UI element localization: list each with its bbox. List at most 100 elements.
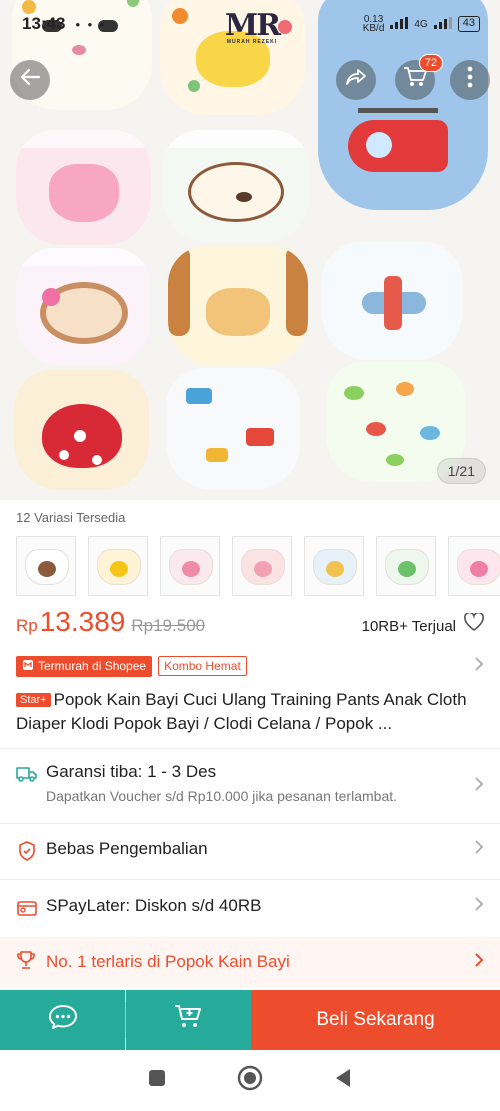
price-row: Rp 13.389 Rp19.500 10RB+ Terjual bbox=[16, 606, 484, 642]
square-icon bbox=[148, 1069, 166, 1092]
add-to-cart-button[interactable] bbox=[126, 990, 251, 1050]
diaper-airplane-image bbox=[322, 242, 462, 360]
variant-thumb-cupcake[interactable] bbox=[160, 536, 220, 596]
shipping-text: Garansi tiba: 1 - 3 Des Dapatkan Voucher… bbox=[46, 762, 397, 804]
truck-icon bbox=[16, 763, 38, 785]
variants-label: 12 Variasi Tersedia bbox=[16, 510, 126, 525]
back-button[interactable] bbox=[10, 60, 50, 100]
shield-icon bbox=[16, 840, 38, 862]
variant-thumb-giraffe[interactable] bbox=[304, 536, 364, 596]
heart-icon[interactable] bbox=[464, 611, 484, 637]
bestseller-label: No. 1 terlaris di Popok Kain Bayi bbox=[46, 952, 290, 971]
cart-button[interactable]: 72 bbox=[395, 54, 443, 100]
system-nav-bar bbox=[0, 1050, 500, 1111]
price-currency: Rp bbox=[16, 616, 38, 635]
shipping-sub: Dapatkan Voucher s/d Rp10.000 jika pesan… bbox=[46, 788, 398, 804]
image-counter: 1/21 bbox=[436, 458, 486, 484]
divider bbox=[0, 748, 500, 749]
shipping-guarantee-row[interactable]: Garansi tiba: 1 - 3 Des Dapatkan Voucher… bbox=[0, 762, 500, 804]
promo-tags-row[interactable]: Termurah di Shopee Kombo Hemat bbox=[16, 655, 484, 677]
signal-icon-2 bbox=[433, 16, 452, 32]
chat-button[interactable] bbox=[0, 990, 125, 1050]
more-button[interactable] bbox=[450, 60, 490, 100]
add-cart-icon bbox=[174, 1004, 204, 1037]
diaper-monkey-image bbox=[16, 248, 151, 366]
signal-icon bbox=[390, 16, 409, 32]
original-price: Rp19.500 bbox=[131, 616, 206, 635]
variant-motif bbox=[182, 560, 200, 577]
diaper-vehicles-image bbox=[166, 368, 300, 490]
home-circle-icon bbox=[237, 1065, 263, 1096]
net-speed: 0.13 KB/d bbox=[362, 15, 385, 34]
variant-motif bbox=[398, 560, 416, 577]
status-indicators: 0.13 KB/d 4G 43 bbox=[362, 15, 480, 34]
variant-diaper-image bbox=[385, 549, 429, 585]
tag-flag-icon bbox=[22, 659, 34, 674]
paylater-row[interactable]: SPayLater: Diskon s/d 40RB bbox=[0, 896, 500, 919]
divider bbox=[0, 879, 500, 880]
status-bar: 13:43 • • • 0.13 KB/d 4G 43 bbox=[22, 12, 480, 36]
product-title: Star+ Popok Kain Bayi Cuci Ulang Training… bbox=[16, 688, 484, 734]
share-button[interactable] bbox=[336, 60, 376, 100]
home-button[interactable] bbox=[237, 1065, 263, 1093]
variant-motif bbox=[470, 560, 488, 577]
variant-motif bbox=[110, 560, 128, 577]
variant-thumb-duck[interactable] bbox=[88, 536, 148, 596]
variant-diaper-image bbox=[313, 549, 357, 585]
buy-now-button[interactable]: Beli Sekarang bbox=[251, 990, 500, 1050]
shipping-main: Garansi tiba: 1 - 3 Des bbox=[46, 762, 217, 781]
diaper-ladybug-image bbox=[14, 370, 149, 490]
diaper-dog-image bbox=[162, 130, 310, 242]
variant-thumb-frog[interactable] bbox=[376, 536, 436, 596]
variant-thumb-bunny[interactable] bbox=[232, 536, 292, 596]
diaper-pink-cat-image bbox=[16, 130, 151, 245]
variant-motif bbox=[326, 560, 344, 577]
free-returns-label: Bebas Pengembalian bbox=[46, 839, 208, 858]
variant-diaper-image bbox=[169, 549, 213, 585]
more-vertical-icon bbox=[467, 66, 473, 94]
cheapest-tag-label: Termurah di Shopee bbox=[38, 659, 147, 673]
variant-diaper-image bbox=[457, 549, 500, 585]
battery-icon: 43 bbox=[457, 16, 480, 32]
system-notification-icons: • • • bbox=[75, 16, 107, 32]
current-price: 13.389 bbox=[39, 606, 126, 637]
chevron-right-icon bbox=[474, 896, 484, 917]
variant-motif bbox=[38, 560, 56, 577]
bestseller-row[interactable]: No. 1 terlaris di Popok Kain Bayi bbox=[0, 937, 500, 987]
back-arrow-icon bbox=[19, 66, 41, 94]
recent-apps-button[interactable] bbox=[145, 1069, 169, 1093]
chevron-right-icon bbox=[474, 776, 484, 797]
status-time: 13:43 bbox=[22, 14, 66, 33]
product-title-text: Popok Kain Bayi Cuci Ulang Training Pant… bbox=[16, 690, 467, 733]
combo-tag: Kombo Hemat bbox=[158, 656, 247, 676]
free-returns-row[interactable]: Bebas Pengembalian bbox=[0, 839, 500, 862]
trophy-icon bbox=[16, 950, 36, 975]
variant-thumb-dog[interactable] bbox=[16, 536, 76, 596]
product-image-carousel[interactable]: MR MURAH REZEKI 13:43 • • • 0.13 KB/d 4G… bbox=[0, 0, 500, 500]
share-icon bbox=[345, 66, 367, 94]
cheapest-tag: Termurah di Shopee bbox=[16, 655, 153, 677]
chevron-right-icon bbox=[474, 656, 484, 677]
divider bbox=[0, 823, 500, 824]
paylater-label: SPayLater: Diskon s/d 40RB bbox=[46, 896, 262, 915]
network-type: 4G bbox=[414, 18, 428, 30]
brand-logo-sub: MURAH REZEKI bbox=[226, 39, 278, 45]
triangle-back-icon bbox=[334, 1068, 352, 1093]
chevron-right-icon bbox=[474, 839, 484, 860]
sold-count: 10RB+ Terjual bbox=[361, 618, 456, 635]
variant-diaper-image bbox=[241, 549, 285, 585]
variant-thumb-pig[interactable] bbox=[448, 536, 500, 596]
variant-diaper-image bbox=[97, 549, 141, 585]
net-speed-unit: KB/d bbox=[362, 23, 385, 34]
star-plus-badge: Star+ bbox=[16, 693, 51, 707]
variant-thumbnails bbox=[16, 536, 500, 596]
variant-diaper-image bbox=[25, 549, 69, 585]
cart-count-badge: 72 bbox=[418, 54, 443, 72]
system-back-button[interactable] bbox=[331, 1069, 355, 1093]
bottom-action-bar: Beli Sekarang bbox=[0, 990, 500, 1050]
chevron-right-icon bbox=[474, 952, 484, 973]
variant-motif bbox=[254, 560, 272, 577]
diaper-bear-image bbox=[168, 246, 308, 366]
wallet-icon bbox=[16, 897, 38, 919]
chat-icon bbox=[48, 1004, 78, 1037]
